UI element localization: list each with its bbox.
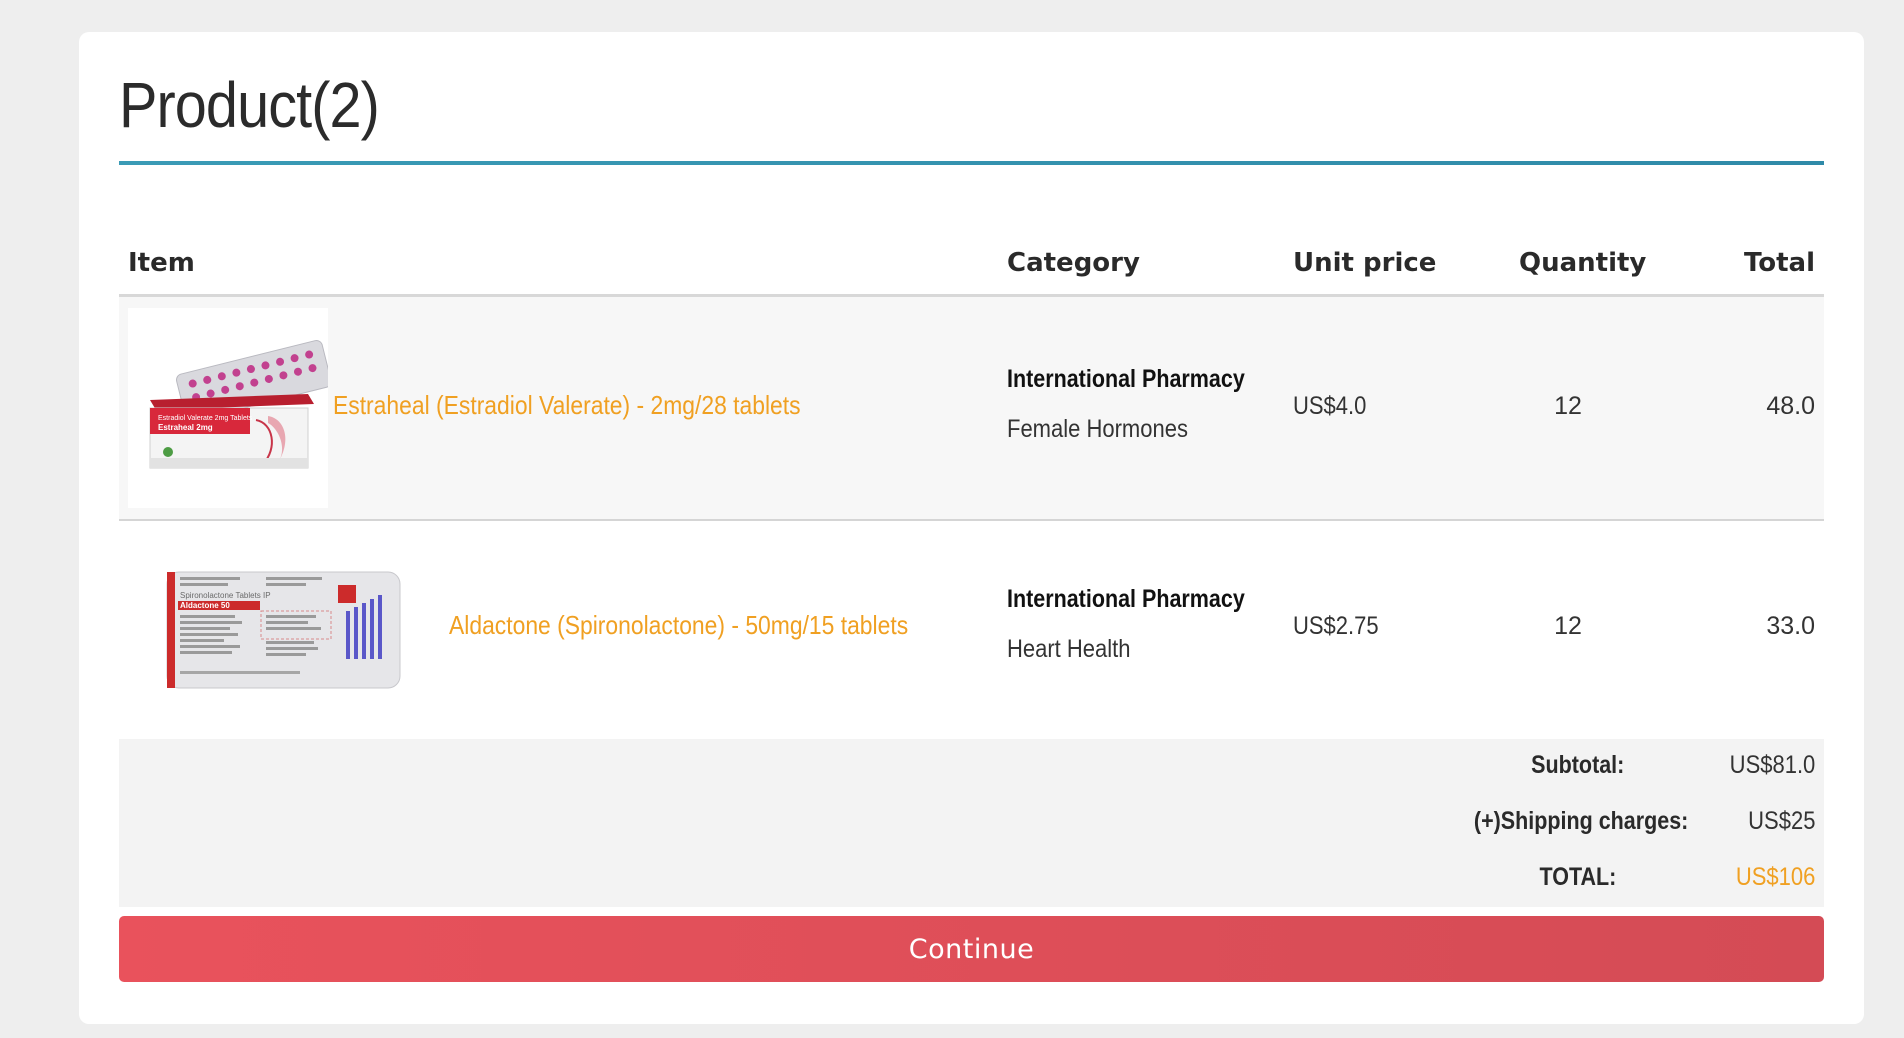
- vendor-name: International Pharmacy: [1007, 585, 1245, 613]
- table-header: Item Category Unit price Quantity Total: [119, 212, 1824, 297]
- order-summary: Subtotal: US$81.0 (+)Shipping charges: U…: [119, 739, 1824, 907]
- product-link-estraheal[interactable]: Estraheal (Estradiol Valerate) - 2mg/28 …: [333, 390, 801, 421]
- subtotal-value: US$81.0: [1729, 751, 1815, 779]
- pill-box-image[interactable]: Estradiol Valerate 2mg Tablets Estraheal…: [128, 308, 332, 508]
- header-category: Category: [1007, 248, 1140, 278]
- product-link-aldactone[interactable]: Aldactone (Spironolactone) - 50mg/15 tab…: [449, 610, 908, 641]
- continue-button[interactable]: Continue: [119, 916, 1824, 982]
- title-divider: [119, 161, 1824, 165]
- subtotal-label: Subtotal:: [1530, 751, 1624, 779]
- unit-price: US$2.75: [1293, 612, 1379, 640]
- svg-text:Estradiol Valerate 2mg Tablets: Estradiol Valerate 2mg Tablets: [158, 415, 253, 422]
- quantity-value: 12: [1554, 612, 1582, 640]
- vendor-name: International Pharmacy: [1007, 365, 1245, 393]
- shipping-label: (+)Shipping charges:: [1473, 807, 1688, 835]
- blister-pack-icon: Aldactone 50 Spironolactone Tablets IP: [166, 571, 401, 689]
- pill-box-icon: Estradiol Valerate 2mg Tablets Estraheal…: [128, 308, 332, 508]
- category-name: Female Hormones: [1007, 415, 1188, 443]
- line-total: 33.0: [1766, 612, 1815, 640]
- header-unit-price: Unit price: [1293, 248, 1437, 278]
- cart-card: Product(2) Item Category Unit price Quan…: [79, 32, 1864, 1024]
- table-row: Estradiol Valerate 2mg Tablets Estraheal…: [119, 297, 1824, 521]
- quantity-value: 12: [1554, 392, 1582, 420]
- header-total: Total: [1743, 248, 1815, 278]
- blister-pack-image[interactable]: Aldactone 50 Spironolactone Tablets IP: [166, 571, 401, 689]
- line-total: 48.0: [1766, 392, 1815, 420]
- shipping-value: US$25: [1747, 807, 1815, 835]
- svg-text:Aldactone 50: Aldactone 50: [180, 601, 230, 610]
- page-title: Product(2): [119, 69, 380, 141]
- header-item: Item: [128, 248, 195, 278]
- svg-text:Estraheal 2mg: Estraheal 2mg: [158, 423, 213, 432]
- category-name: Heart Health: [1007, 635, 1131, 663]
- total-label: TOTAL:: [1539, 863, 1616, 891]
- total-value: US$106: [1735, 863, 1815, 891]
- header-quantity: Quantity: [1519, 248, 1647, 278]
- unit-price: US$4.0: [1293, 392, 1367, 420]
- table-row: Aldactone 50 Spironolactone Tablets IP A…: [119, 521, 1824, 739]
- svg-text:Spironolactone Tablets IP: Spironolactone Tablets IP: [180, 591, 271, 600]
